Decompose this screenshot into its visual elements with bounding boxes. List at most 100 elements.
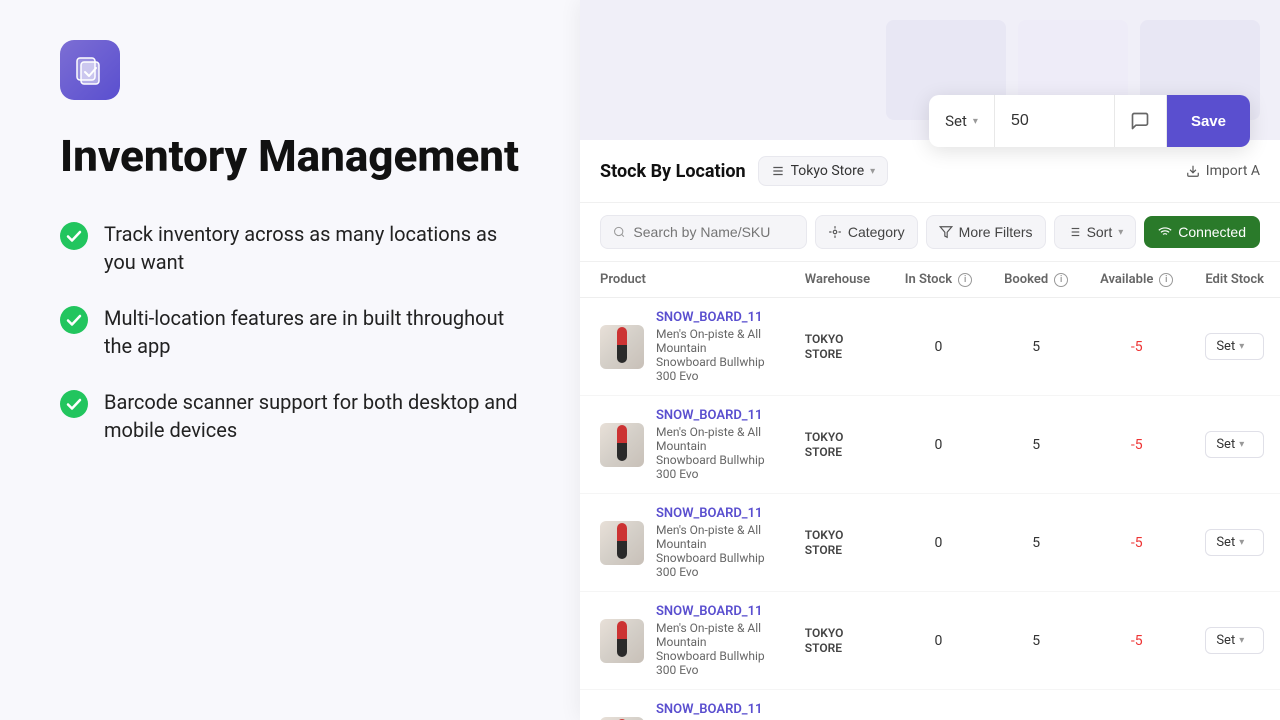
filter-icon <box>939 225 953 239</box>
product-cell-4: SNOW_BOARD_11 Men's On-piste & All Mount… <box>580 690 789 720</box>
in-stock-cell-1: 0 <box>889 396 988 494</box>
set-stock-dropdown-1[interactable]: Set ▾ <box>1205 431 1264 458</box>
in-stock-cell-3: 0 <box>889 592 988 690</box>
product-sku[interactable]: SNOW_BOARD_11 <box>656 408 773 423</box>
feature-item: Track inventory across as many locations… <box>60 220 520 276</box>
product-desc1: Men's On-piste & All Mountain <box>656 523 773 551</box>
set-stock-dropdown-0[interactable]: Set ▾ <box>1205 333 1264 360</box>
booked-cell-2: 5 <box>988 494 1084 592</box>
stock-section: Stock By Location Tokyo Store ▾ Import A <box>580 140 1280 720</box>
import-button[interactable]: Import A <box>1186 163 1260 179</box>
product-cell-3: SNOW_BOARD_11 Men's On-piste & All Mount… <box>580 592 789 690</box>
feature-text: Track inventory across as many locations… <box>104 220 520 276</box>
inventory-table: Product Warehouse In Stock i <box>580 262 1280 720</box>
feature-text: Multi-location features are in built thr… <box>104 304 520 360</box>
edit-stock-cell-4[interactable]: Set ▾ <box>1189 690 1280 720</box>
edit-stock-cell-0[interactable]: Set ▾ <box>1189 298 1280 396</box>
product-image-1 <box>600 423 644 467</box>
sort-button[interactable]: Sort ▾ <box>1054 215 1137 249</box>
available-cell-2: -5 <box>1084 494 1189 592</box>
chevron-down-icon: ▾ <box>973 116 978 127</box>
edit-stock-cell-1[interactable]: Set ▾ <box>1189 396 1280 494</box>
col-in-stock: In Stock i <box>889 262 988 298</box>
product-info-4: SNOW_BOARD_11 Men's On-piste & All Mount… <box>656 702 773 720</box>
available-cell-4: -5 <box>1084 690 1189 720</box>
more-filters-label: More Filters <box>959 224 1033 240</box>
table-row: SNOW_BOARD_11 Men's On-piste & All Mount… <box>580 494 1280 592</box>
action-bar: Set ▾ Save <box>929 95 1250 147</box>
product-image-2 <box>600 521 644 565</box>
product-desc1: Men's On-piste & All Mountain <box>656 425 773 453</box>
save-button[interactable]: Save <box>1167 95 1250 147</box>
available-cell-3: -5 <box>1084 592 1189 690</box>
more-filters-button[interactable]: More Filters <box>926 215 1046 249</box>
booked-info-icon: i <box>1054 273 1068 287</box>
in-stock-cell-2: 0 <box>889 494 988 592</box>
feature-item: Multi-location features are in built thr… <box>60 304 520 360</box>
product-sku[interactable]: SNOW_BOARD_11 <box>656 506 773 521</box>
connected-label: Connected <box>1178 224 1246 240</box>
feature-item: Barcode scanner support for both desktop… <box>60 388 520 444</box>
category-icon <box>828 225 842 239</box>
stock-title: Stock By Location <box>600 161 746 182</box>
in-stock-cell-4: 0 <box>889 690 988 720</box>
product-info-1: SNOW_BOARD_11 Men's On-piste & All Mount… <box>656 408 773 481</box>
set-chevron-icon: ▾ <box>1239 341 1244 352</box>
col-product: Product <box>580 262 789 298</box>
set-chevron-icon: ▾ <box>1239 635 1244 646</box>
location-chevron-icon: ▾ <box>870 166 875 177</box>
available-cell-1: -5 <box>1084 396 1189 494</box>
check-icon <box>60 222 88 250</box>
booked-cell-3: 5 <box>988 592 1084 690</box>
set-dropdown-trigger[interactable]: Set ▾ <box>929 95 995 147</box>
product-desc2: Snowboard Bullwhip 300 Evo <box>656 355 773 383</box>
page-title: Inventory Management <box>60 132 520 180</box>
category-label: Category <box>848 224 905 240</box>
comment-button[interactable] <box>1115 95 1167 147</box>
check-icon <box>60 306 88 334</box>
in-stock-info-icon: i <box>958 273 972 287</box>
product-info-3: SNOW_BOARD_11 Men's On-piste & All Mount… <box>656 604 773 677</box>
product-cell-0: SNOW_BOARD_11 Men's On-piste & All Mount… <box>580 298 789 396</box>
table-row: SNOW_BOARD_11 Men's On-piste & All Mount… <box>580 396 1280 494</box>
table-row: SNOW_BOARD_11 Men's On-piste & All Mount… <box>580 298 1280 396</box>
top-decorative: Set ▾ Save <box>580 0 1280 140</box>
product-sku[interactable]: SNOW_BOARD_11 <box>656 310 773 325</box>
warehouse-cell-4: TOKYO STORE <box>789 690 889 720</box>
product-image-0 <box>600 325 644 369</box>
search-icon <box>613 225 625 239</box>
sort-icon <box>1067 225 1081 239</box>
location-selector[interactable]: Tokyo Store ▾ <box>758 156 889 186</box>
import-label: Import A <box>1206 163 1260 179</box>
booked-cell-1: 5 <box>988 396 1084 494</box>
feature-text: Barcode scanner support for both desktop… <box>104 388 520 444</box>
set-label: Set <box>945 112 967 130</box>
set-stock-dropdown-3[interactable]: Set ▾ <box>1205 627 1264 654</box>
search-input[interactable] <box>633 224 793 240</box>
connected-button[interactable]: Connected <box>1144 216 1260 248</box>
quantity-input[interactable] <box>995 95 1115 147</box>
table-container: Product Warehouse In Stock i <box>580 262 1280 720</box>
product-info-2: SNOW_BOARD_11 Men's On-piste & All Mount… <box>656 506 773 579</box>
product-info-0: SNOW_BOARD_11 Men's On-piste & All Mount… <box>656 310 773 383</box>
product-sku[interactable]: SNOW_BOARD_11 <box>656 604 773 619</box>
product-image-3 <box>600 619 644 663</box>
product-desc1: Men's On-piste & All Mountain <box>656 327 773 355</box>
search-wrap[interactable] <box>600 215 807 249</box>
edit-stock-cell-3[interactable]: Set ▾ <box>1189 592 1280 690</box>
edit-stock-cell-2[interactable]: Set ▾ <box>1189 494 1280 592</box>
warehouse-cell-0: TOKYO STORE <box>789 298 889 396</box>
col-available: Available i <box>1084 262 1189 298</box>
col-warehouse: Warehouse <box>789 262 889 298</box>
set-stock-dropdown-2[interactable]: Set ▾ <box>1205 529 1264 556</box>
product-image-4 <box>600 717 644 720</box>
set-chevron-icon: ▾ <box>1239 537 1244 548</box>
in-stock-cell-0: 0 <box>889 298 988 396</box>
sort-label: Sort <box>1087 224 1113 240</box>
category-filter-button[interactable]: Category <box>815 215 918 249</box>
app-logo <box>60 40 120 100</box>
booked-cell-4: 5 <box>988 690 1084 720</box>
product-desc2: Snowboard Bullwhip 300 Evo <box>656 551 773 579</box>
product-sku[interactable]: SNOW_BOARD_11 <box>656 702 773 717</box>
booked-cell-0: 5 <box>988 298 1084 396</box>
